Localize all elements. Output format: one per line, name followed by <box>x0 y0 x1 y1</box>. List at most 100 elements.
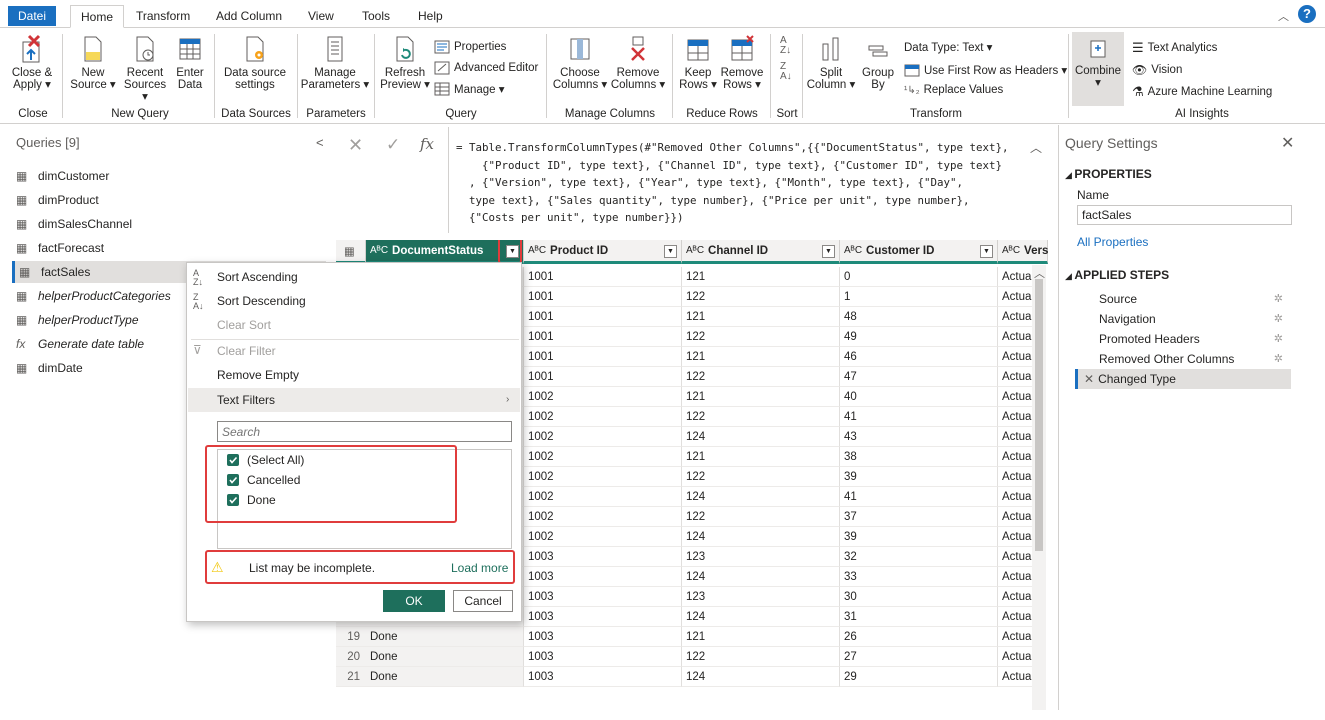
table-cell[interactable]: 123 <box>682 587 840 607</box>
tab-tools[interactable]: Tools <box>352 5 400 28</box>
manage-parameters-button[interactable]: Manage Parameters ▾ <box>300 34 370 91</box>
table-cell[interactable]: 122 <box>682 647 840 667</box>
column-filter-dropdown-icon[interactable]: ▼ <box>664 245 677 258</box>
column-header[interactable]: AᴮC Channel ID ▼ <box>682 240 840 264</box>
text-filters-item[interactable]: Text Filters › <box>188 388 520 412</box>
table-cell[interactable]: 1001 <box>524 347 682 367</box>
table-cell[interactable]: 121 <box>682 627 840 647</box>
table-cell[interactable]: 29 <box>840 667 998 687</box>
table-cell[interactable]: 1003 <box>524 587 682 607</box>
column-filter-dropdown-icon[interactable]: ▼ <box>980 245 993 258</box>
cancel-button[interactable]: Cancel <box>453 590 513 612</box>
table-cell[interactable]: 1001 <box>524 287 682 307</box>
table-cell[interactable]: 1002 <box>524 487 682 507</box>
table-cell[interactable]: Actua <box>998 507 1034 527</box>
table-cell[interactable]: Actua <box>998 387 1034 407</box>
combine-button[interactable]: Combine ▾ <box>1072 32 1124 106</box>
table-cell[interactable]: 1003 <box>524 647 682 667</box>
ok-button[interactable]: OK <box>383 590 445 612</box>
table-cell[interactable]: 1002 <box>524 427 682 447</box>
refresh-preview-button[interactable]: Refresh Preview ▾ <box>380 34 430 91</box>
table-cell[interactable]: 47 <box>840 367 998 387</box>
table-cell[interactable]: 121 <box>682 267 840 287</box>
table-cell[interactable]: 1003 <box>524 567 682 587</box>
query-item[interactable]: ▦ dimProduct <box>16 189 330 211</box>
table-cell[interactable]: Actua <box>998 547 1034 567</box>
table-cell[interactable]: Actua <box>998 347 1034 367</box>
table-cell[interactable]: 122 <box>682 507 840 527</box>
table-cell[interactable]: Actua <box>998 567 1034 587</box>
manage-button[interactable]: Manage ▾ <box>434 82 505 96</box>
table-cell[interactable]: Actua <box>998 307 1034 327</box>
split-column-button[interactable]: Split Column ▾ <box>806 34 856 91</box>
table-cell[interactable]: Actua <box>998 527 1034 547</box>
table-cell[interactable]: Actua <box>998 467 1034 487</box>
table-cell[interactable]: 40 <box>840 387 998 407</box>
column-header[interactable]: AᴮC Vers <box>998 240 1048 264</box>
tab-file[interactable]: Datei <box>8 6 57 26</box>
table-cell[interactable]: 1001 <box>524 307 682 327</box>
table-cell[interactable]: 0 <box>840 267 998 287</box>
table-cell[interactable]: 26 <box>840 627 998 647</box>
table-cell[interactable]: 122 <box>682 467 840 487</box>
tab-add-column[interactable]: Add Column <box>206 5 292 28</box>
formula-text[interactable]: = Table.TransformColumnTypes(#"Removed O… <box>456 139 1016 227</box>
scroll-up-icon[interactable]: ︿ <box>1034 265 1045 281</box>
table-cell[interactable]: Actua <box>998 647 1034 667</box>
table-cell[interactable]: 121 <box>682 447 840 467</box>
all-properties-link[interactable]: All Properties <box>1077 235 1148 249</box>
data-source-settings-button[interactable]: Data source settings <box>220 34 290 91</box>
step-settings-gear-icon[interactable]: ✲ <box>1274 349 1283 369</box>
table-cell[interactable]: 39 <box>840 527 998 547</box>
table-cell[interactable]: 1003 <box>524 667 682 687</box>
remove-empty-item[interactable]: Remove Empty <box>217 363 299 387</box>
remove-rows-button[interactable]: Remove Rows ▾ <box>720 34 764 91</box>
table-cell[interactable]: Actua <box>998 287 1034 307</box>
table-cell[interactable]: 33 <box>840 567 998 587</box>
table-cell[interactable]: 124 <box>682 567 840 587</box>
table-cell[interactable]: Actua <box>998 487 1034 507</box>
properties-section[interactable]: ◢ PROPERTIES <box>1065 167 1152 181</box>
applied-step[interactable]: Promoted Headers ✲ <box>1075 329 1291 349</box>
table-cell[interactable]: 1002 <box>524 407 682 427</box>
step-settings-gear-icon[interactable]: ✲ <box>1274 289 1283 309</box>
advanced-editor-button[interactable]: Advanced Editor <box>434 61 538 75</box>
collapse-ribbon-icon[interactable]: ︿ <box>1278 8 1289 24</box>
clear-filter-item[interactable]: Clear Filter <box>217 339 276 363</box>
table-cell[interactable]: 121 <box>682 307 840 327</box>
sort-ascending-item[interactable]: Sort Ascending <box>217 265 298 289</box>
grid-scrollbar-thumb[interactable] <box>1035 279 1043 551</box>
column-header[interactable]: AᴮC Product ID ▼ <box>524 240 682 264</box>
table-cell[interactable]: 1002 <box>524 467 682 487</box>
clear-sort-item[interactable]: Clear Sort <box>217 313 271 337</box>
table-cell[interactable]: 41 <box>840 487 998 507</box>
table-cell[interactable]: Done <box>366 627 524 647</box>
query-item[interactable]: ▦ dimCustomer <box>16 165 330 187</box>
column-header[interactable]: AᴮC Customer ID ▼ <box>840 240 998 264</box>
table-cell[interactable]: 49 <box>840 327 998 347</box>
use-first-row-headers-button[interactable]: Use First Row as Headers ▾ <box>904 63 1067 77</box>
table-cell[interactable]: 39 <box>840 467 998 487</box>
applied-steps-section[interactable]: ◢ APPLIED STEPS <box>1065 268 1169 282</box>
table-cell[interactable]: Actua <box>998 327 1034 347</box>
table-cell[interactable]: Actua <box>998 407 1034 427</box>
sort-descending-icon[interactable]: Z A↓ <box>780 62 792 82</box>
query-name-input[interactable]: factSales <box>1077 205 1292 225</box>
table-cell[interactable]: Actua <box>998 587 1034 607</box>
table-cell[interactable]: 41 <box>840 407 998 427</box>
table-cell[interactable]: 121 <box>682 387 840 407</box>
table-cell[interactable]: 1003 <box>524 547 682 567</box>
sort-ascending-icon[interactable]: A Z↓ <box>780 36 791 56</box>
remove-columns-button[interactable]: Remove Columns ▾ <box>610 34 666 91</box>
column-filter-dropdown-icon[interactable]: ▼ <box>822 245 835 258</box>
table-cell[interactable]: 38 <box>840 447 998 467</box>
collapse-queries-icon[interactable]: < <box>316 135 324 150</box>
table-cell[interactable]: Done <box>366 667 524 687</box>
text-analytics-button[interactable]: ☰ Text Analytics <box>1132 40 1217 56</box>
table-cell[interactable]: 1002 <box>524 527 682 547</box>
table-cell[interactable]: Actua <box>998 447 1034 467</box>
cancel-formula-icon[interactable]: ✕ <box>348 135 363 156</box>
close-settings-icon[interactable]: ✕ <box>1281 133 1294 153</box>
table-cell[interactable]: 124 <box>682 667 840 687</box>
filter-search-input[interactable] <box>217 421 512 442</box>
